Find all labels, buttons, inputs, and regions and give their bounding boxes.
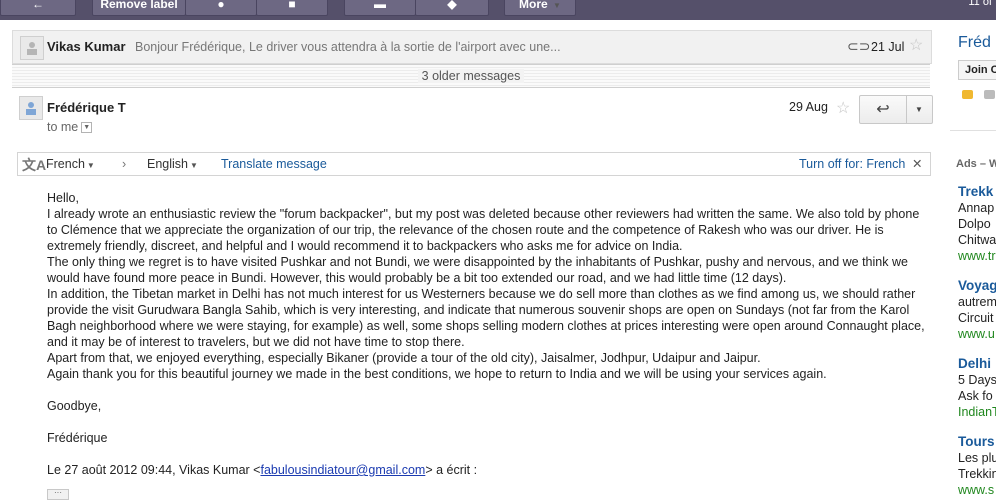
- greeting: Hello,: [47, 191, 79, 205]
- person-icon: [26, 102, 36, 115]
- ad-item[interactable]: Trekk Annap Dolpo Chitwa www.tr: [958, 184, 996, 264]
- ad-line: Chitwa: [958, 233, 996, 247]
- reply-arrow-icon: ↩: [876, 101, 890, 118]
- reply-button[interactable]: ↩: [860, 96, 907, 123]
- ad-title[interactable]: Voyag: [958, 278, 996, 294]
- chevron-down-icon: ▼: [915, 105, 923, 114]
- chevron-down-icon: ▼: [553, 1, 561, 10]
- message-date: 29 Aug: [789, 100, 828, 114]
- closing: Goodbye,: [47, 399, 102, 413]
- older-messages-bar[interactable]: 3 older messages: [12, 64, 930, 88]
- quote-header: Le 27 août 2012 09:44, Vikas Kumar <fabu…: [47, 463, 478, 477]
- info-icon: ●: [217, 0, 225, 11]
- show-trimmed-content-button[interactable]: ···: [47, 489, 69, 500]
- body-paragraph: In addition, the Tibetan market in Delhi…: [47, 287, 925, 349]
- ad-title[interactable]: Delhi: [958, 356, 996, 372]
- ad-url[interactable]: www.s: [958, 482, 996, 498]
- ad-title[interactable]: Tours: [958, 434, 996, 450]
- star-icon[interactable]: ☆: [909, 30, 923, 62]
- sender-email-link[interactable]: fabulousindiatour@gmail.com: [260, 463, 425, 477]
- avatar: [20, 36, 44, 60]
- ad-line: Ask fo: [958, 389, 993, 403]
- translate-bar: 文A French ▼ › English ▼ Translate message …: [17, 152, 931, 176]
- ad-url[interactable]: www.u: [958, 326, 996, 342]
- email-body: Hello, I already wrote an enthusiastic r…: [47, 190, 927, 478]
- delete-button[interactable]: ■: [256, 0, 328, 16]
- more-button[interactable]: More ▼: [504, 0, 576, 16]
- contact-name: Fréd: [958, 34, 991, 51]
- attachment-icon: ⊂⊃: [847, 38, 871, 54]
- chat-icon[interactable]: [962, 90, 973, 99]
- sender-name: Vikas Kumar: [47, 39, 126, 54]
- person-icon: [27, 42, 37, 55]
- body-paragraph: The only thing we regret is to have visi…: [47, 255, 908, 285]
- ad-line: Dolpo: [958, 217, 991, 231]
- message-snippet: Bonjour Frédérique, Le driver vous atten…: [135, 40, 561, 54]
- collapsed-message[interactable]: Vikas Kumar Bonjour Frédérique, Le drive…: [12, 30, 932, 64]
- chevron-right-icon: ›: [122, 157, 127, 171]
- ad-line: 5 Days: [958, 373, 996, 387]
- to-me-label: to me: [47, 120, 79, 134]
- ad-item[interactable]: Tours Les plu Trekkin www.s: [958, 434, 996, 498]
- remove-label-button[interactable]: Remove label: [92, 0, 186, 16]
- body-paragraph: I already wrote an enthusiastic review t…: [47, 207, 920, 253]
- conversation-thread: Vikas Kumar Bonjour Frédérique, Le drive…: [12, 20, 933, 504]
- chevron-down-icon: ▼: [86, 161, 95, 170]
- older-messages-label: 3 older messages: [417, 69, 525, 83]
- ad-title[interactable]: Trekk: [958, 184, 996, 200]
- close-icon[interactable]: ✕: [912, 153, 922, 175]
- join-button[interactable]: Join C: [958, 60, 996, 80]
- body-paragraph: Again thank you for this beautiful journ…: [47, 367, 827, 381]
- details-dropdown-icon[interactable]: ▼: [81, 122, 93, 134]
- avatar: [19, 96, 43, 120]
- top-toolbar: ← Remove label ● ■ ▬ ◆ More ▼ 11 of: [0, 0, 996, 20]
- right-sidebar: Fréd Join C Ads – W Trekk Annap Dolpo Ch…: [950, 20, 996, 504]
- ad-url[interactable]: IndianT: [958, 404, 996, 420]
- ad-line: autrem: [958, 295, 996, 309]
- from-language-select[interactable]: French ▼: [46, 153, 95, 177]
- ad-item[interactable]: Voyag autrem Circuit www.u: [958, 278, 996, 342]
- ad-line: Les plu: [958, 451, 996, 465]
- recipient-line: to me ▼: [47, 120, 93, 134]
- to-language-select[interactable]: English ▼: [147, 153, 198, 177]
- move-to-button[interactable]: ▬: [344, 0, 416, 16]
- back-button[interactable]: ←: [0, 0, 76, 16]
- translate-icon: 文A: [22, 157, 47, 173]
- label-tag-icon: ◆: [447, 0, 457, 11]
- signature: Frédérique: [47, 431, 108, 445]
- reply-button-group: ↩ ▼: [859, 95, 933, 124]
- chevron-down-icon: ▼: [190, 161, 198, 170]
- ads-label: Ads – W: [956, 158, 996, 170]
- labels-button[interactable]: ◆: [415, 0, 489, 16]
- ad-item[interactable]: Delhi 5 Days Ask fo IndianT: [958, 356, 996, 420]
- ad-line: Trekkin: [958, 467, 996, 481]
- report-spam-button[interactable]: ●: [185, 0, 257, 16]
- reply-more-button[interactable]: ▼: [906, 96, 932, 123]
- body-paragraph: Apart from that, we enjoyed everything, …: [47, 351, 761, 365]
- folder-icon: ▬: [374, 0, 386, 11]
- translate-message-link[interactable]: Translate message: [221, 153, 327, 175]
- ad-line: Annap: [958, 201, 995, 215]
- star-icon[interactable]: ☆: [836, 98, 850, 118]
- message-date: 21 Jul: [871, 40, 905, 54]
- back-arrow-icon: ←: [32, 0, 44, 11]
- ad-line: Circuit: [958, 311, 994, 325]
- trash-icon: ■: [288, 0, 296, 11]
- page-info: 11 of: [968, 0, 992, 8]
- ad-url[interactable]: www.tr: [958, 248, 996, 264]
- chat-bubble-icon[interactable]: [984, 90, 995, 99]
- turn-off-translation-link[interactable]: Turn off for: French: [799, 153, 905, 175]
- sender-name: Frédérique T: [47, 100, 126, 115]
